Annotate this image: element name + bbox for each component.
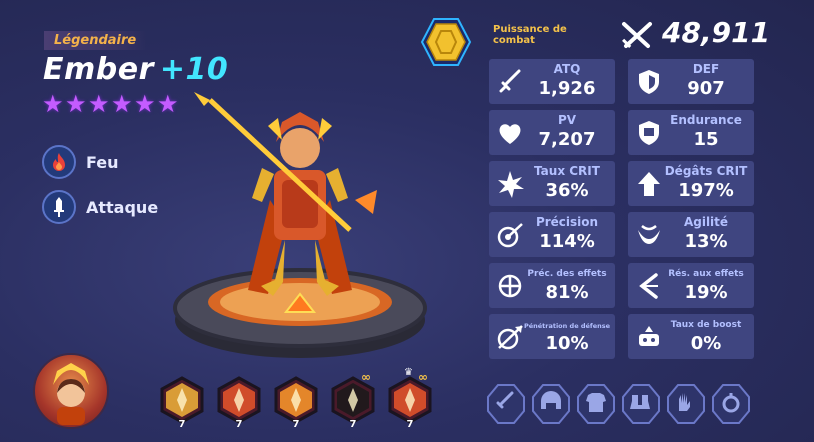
boost-icon (639, 326, 659, 346)
equipment-slot-6[interactable] (711, 383, 751, 425)
stat-5[interactable]: Taux CRIT 36% (489, 161, 615, 206)
stat-value: 197% (678, 180, 734, 201)
stat-3[interactable]: PV 7,207 (489, 110, 615, 155)
element-label: Feu (86, 152, 119, 172)
stat-10[interactable]: Rés. aux effets 19% (628, 263, 754, 308)
star-icon: ★ (88, 90, 110, 118)
boots-slot-icon (622, 384, 660, 424)
star-icon: ★ (65, 90, 87, 118)
stat-1[interactable]: ATQ 1,926 (489, 59, 615, 104)
shield-icon (639, 70, 659, 94)
hero-body (194, 92, 377, 296)
skill-5[interactable]: 7 ∞ ♛ (386, 367, 434, 430)
dagger-class-icon (42, 190, 76, 224)
skill-3[interactable]: 7 (272, 376, 320, 430)
stat-name: DEF (692, 62, 720, 76)
deflect-icon (639, 273, 658, 299)
equipment-slot-1[interactable] (486, 383, 526, 425)
equipment-slot-3[interactable] (576, 383, 616, 425)
equipment-slot-2[interactable] (531, 383, 571, 425)
infinite-badge: ∞ (418, 370, 428, 384)
skill-1[interactable]: 7 (158, 376, 206, 430)
stat-6[interactable]: Dégâts CRIT 197% (628, 161, 754, 206)
stat-value: 0% (690, 333, 722, 354)
combat-power-icon (420, 18, 472, 66)
skill-level: 7 (292, 419, 300, 430)
stat-name: Endurance (670, 113, 742, 127)
stat-value: 13% (684, 231, 728, 252)
crown-icon: ♛ (404, 367, 413, 378)
combat-power-value: 48,911 (662, 16, 771, 49)
weapon-slot-icon (487, 384, 525, 424)
stat-value: 81% (545, 282, 589, 303)
stat-name: Rés. aux effets (668, 269, 744, 279)
crosshair-icon (498, 274, 522, 298)
armor-slot-icon (577, 384, 615, 424)
fire-element-icon (42, 145, 76, 179)
skill-level: 7 (178, 419, 186, 430)
burst-icon (498, 171, 524, 198)
skill-level: 7 (235, 419, 243, 430)
stat-name: ATQ (553, 62, 581, 76)
fortress-shield-icon (639, 121, 659, 145)
hero-name: Ember (43, 52, 154, 87)
skill-level: 7 (406, 419, 414, 430)
stat-value: 15 (693, 129, 719, 150)
class-trait[interactable]: Attaque (42, 190, 158, 224)
stat-value: 907 (687, 78, 725, 99)
portrait-face-icon (53, 363, 89, 425)
dodge-icon (638, 225, 660, 244)
fire-burst-skill-icon (274, 376, 318, 424)
hero-model (173, 92, 427, 358)
helmet-slot-icon (532, 384, 570, 424)
stat-name: Précision (535, 215, 599, 229)
stat-name: Agilité (683, 215, 729, 229)
class-label: Attaque (86, 197, 159, 217)
rarity-label: Légendaire (44, 31, 147, 50)
gloves-slot-icon (667, 384, 705, 424)
stat-value: 7,207 (538, 129, 596, 150)
stat-name: Taux CRIT (534, 164, 600, 178)
skill-level: 7 (349, 419, 357, 430)
stat-value: 36% (545, 180, 589, 201)
crossed-swords-icon (622, 22, 652, 48)
stat-11[interactable]: Pénétration de défense 10% (489, 314, 615, 359)
stat-value: 19% (684, 282, 728, 303)
stat-value: 114% (539, 231, 595, 252)
stat-name: Préc. des effets (527, 269, 607, 279)
element-trait[interactable]: Feu (42, 145, 119, 179)
stat-12[interactable]: Taux de boost 0% (628, 314, 754, 359)
star-icon: ★ (42, 90, 64, 118)
stat-2[interactable]: DEF 907 (628, 59, 754, 104)
stat-value: 10% (545, 333, 589, 354)
combat-power-label: Puissance de combat (493, 24, 567, 46)
equipment-slot-4[interactable] (621, 383, 661, 425)
star-icon: ★ (111, 90, 133, 118)
stat-name: Pénétration de défense (523, 322, 611, 330)
stat-value: 1,926 (538, 78, 596, 99)
stat-name: PV (557, 113, 577, 127)
accessory-slot-icon (712, 384, 750, 424)
skill-4[interactable]: 7 ∞ (329, 370, 377, 430)
up-arrow-icon (638, 172, 660, 196)
sword-icon (499, 69, 521, 93)
target-arrow-icon (497, 223, 523, 248)
pierce-shield-icon (497, 325, 523, 350)
dual-slash-skill-icon (160, 376, 204, 424)
stat-8[interactable]: Agilité 13% (628, 212, 754, 257)
stat-9[interactable]: Préc. des effets 81% (489, 263, 615, 308)
stat-name: Dégâts CRIT (664, 164, 748, 178)
skill-2[interactable]: 7 (215, 376, 263, 430)
stat-4[interactable]: Endurance 15 (628, 110, 754, 155)
stat-7[interactable]: Précision 114% (489, 212, 615, 257)
stat-name: Taux de boost (670, 320, 742, 330)
hero-portrait[interactable] (33, 353, 109, 429)
heart-icon (499, 124, 521, 144)
flame-strike-skill-icon (217, 376, 261, 424)
equipment-slot-5[interactable] (666, 383, 706, 425)
infinite-badge: ∞ (361, 370, 371, 384)
